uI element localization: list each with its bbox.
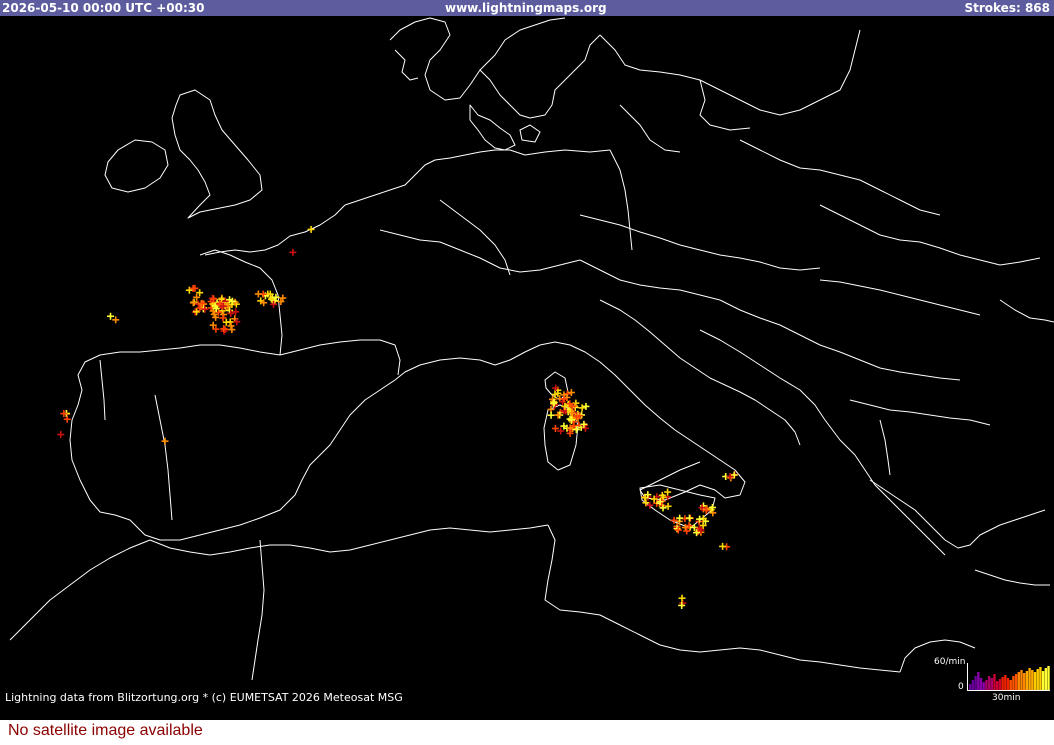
lightning-stroke-marker [719, 542, 727, 550]
lightning-stroke-marker [228, 326, 236, 334]
lightning-stroke-marker [685, 514, 693, 522]
legend-histogram-bar [1031, 670, 1034, 690]
legend-histogram-bar [977, 672, 980, 690]
lightning-stroke-marker [664, 502, 672, 510]
legend-histogram-bar [985, 680, 988, 690]
data-credit: Lightning data from Blitzortung.org * (c… [5, 691, 403, 704]
lightning-stroke-marker [578, 404, 586, 412]
legend-histogram-bar [1020, 670, 1023, 690]
lightning-stroke-marker [227, 322, 235, 330]
lightning-stroke-marker [63, 415, 71, 423]
no-satellite-message: No satellite image available [8, 722, 203, 739]
legend-histogram-bar [1036, 669, 1039, 690]
legend-histogram-bar [1006, 678, 1010, 690]
legend-time-label: 30min [992, 693, 1021, 703]
legend-histogram-bar [1009, 680, 1012, 690]
legend-histogram-bar [1012, 676, 1015, 690]
legend-histogram-bar [1028, 668, 1031, 690]
legend-histogram-bar [993, 674, 996, 690]
legend-histogram-bar [974, 676, 977, 690]
lightning-stroke-marker [189, 299, 197, 307]
lightning-stroke-marker [664, 488, 672, 496]
legend-histogram-bar [1039, 667, 1042, 690]
legend-histogram-bar [1017, 672, 1020, 690]
lightning-map[interactable]: 2026-05-10 00:00 UTC +00:30 www.lightnin… [0, 0, 1054, 720]
lightning-strokes-layer [57, 225, 739, 609]
legend-histogram-bar [996, 681, 999, 690]
lightning-stroke-marker [161, 437, 169, 445]
timestamp-label: 2026-05-10 00:00 UTC +00:30 [2, 1, 205, 15]
lightning-stroke-marker [678, 594, 686, 602]
lightning-stroke-marker [307, 225, 315, 233]
legend-histogram-bar [971, 680, 975, 690]
lightning-stroke-marker [219, 314, 227, 322]
legend-histogram-bar [1004, 675, 1007, 690]
lightning-stroke-marker [232, 308, 240, 316]
header-bar: 2026-05-10 00:00 UTC +00:30 www.lightnin… [0, 0, 1054, 16]
legend-histogram [967, 663, 1050, 691]
legend-histogram-bar [1025, 671, 1029, 690]
lightning-stroke-marker [193, 308, 201, 316]
lightning-stroke-marker [254, 290, 262, 298]
lightning-stroke-marker [112, 316, 120, 324]
legend-histogram-bar [982, 682, 985, 690]
strike-rate-legend: 60/min 0 30min [930, 655, 1052, 705]
legend-max-label: 60/min [934, 657, 966, 667]
legend-histogram-bar [1001, 677, 1004, 690]
lightning-stroke-marker [107, 312, 115, 320]
legend-histogram-bar [998, 679, 1002, 690]
lightning-stroke-marker [547, 411, 555, 419]
lightning-stroke-marker [567, 389, 575, 397]
site-link[interactable]: www.lightningmaps.org [445, 0, 607, 16]
legend-histogram-bar [990, 678, 993, 690]
legend-zero-label: 0 [958, 682, 964, 692]
legend-histogram-bar [1044, 668, 1047, 690]
legend-histogram-bar [969, 684, 972, 690]
legend-histogram-bar [1047, 666, 1050, 690]
lightning-stroke-marker [222, 318, 230, 326]
legend-histogram-bar [1014, 674, 1018, 690]
legend-histogram-bar [1041, 671, 1045, 690]
legend-histogram-bar [1023, 673, 1026, 690]
legend-histogram-bar [979, 678, 983, 690]
legend-histogram-bar [987, 676, 991, 690]
strokes-count: Strokes: 868 [964, 1, 1050, 15]
lightning-stroke-marker [201, 305, 209, 313]
lightning-stroke-marker [582, 402, 590, 410]
lightning-stroke-marker [57, 431, 65, 439]
lightning-stroke-marker [289, 248, 297, 256]
legend-histogram-bar [1033, 672, 1037, 690]
